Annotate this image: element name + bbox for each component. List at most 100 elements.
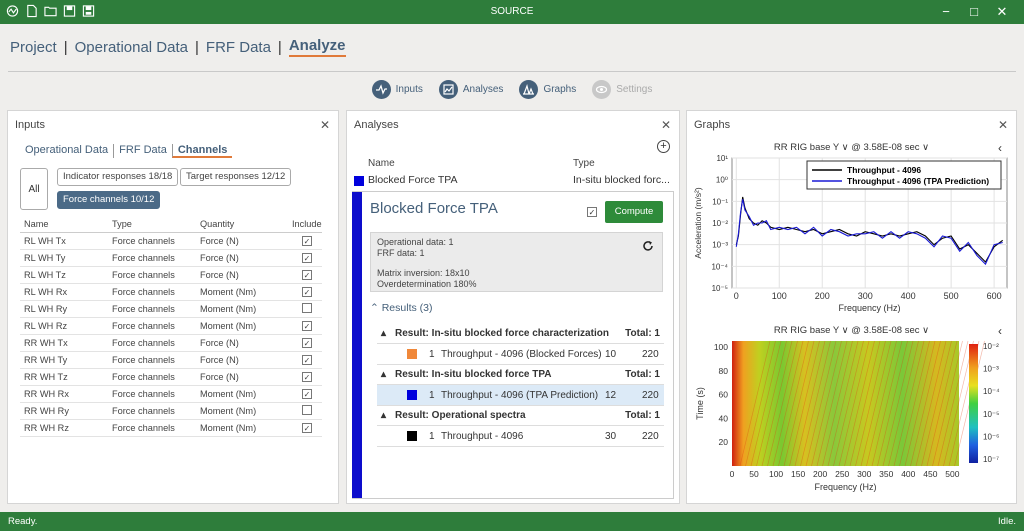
close-analyses-icon[interactable]: ✕ xyxy=(661,118,671,132)
all-filter-button[interactable]: All xyxy=(20,168,48,210)
maximize-icon[interactable]: □ xyxy=(960,2,988,22)
include-checkbox[interactable]: ✓ xyxy=(302,388,312,399)
result-item[interactable]: 1 Throughput - 4096 (Blocked Forces) 10 220 xyxy=(377,344,664,365)
channel-row[interactable]: RL WH Tx Force channels Force (N) ✓ xyxy=(20,232,322,250)
graphs-panel: Graphs ✕ RR RIG base Y ∨ @ 3.58E-08 sec … xyxy=(686,110,1017,504)
inputs-label: Inputs xyxy=(395,84,423,95)
channel-row[interactable]: RR WH Tx Force channels Force (N) ✓ xyxy=(20,334,322,352)
x-tick-label: 400 xyxy=(901,469,915,479)
legend-label: Throughput - 4096 (TPA Prediction) xyxy=(847,176,989,186)
analysis-enable-checkbox[interactable]: ✓ xyxy=(587,207,597,217)
result-item[interactable]: 1 Throughput - 4096 (TPA Prediction) 12 220 xyxy=(377,385,664,406)
close-window-icon[interactable]: ✕ xyxy=(988,2,1016,22)
result-group[interactable]: ▴ Result: In-situ blocked force TPA Total:… xyxy=(377,365,664,385)
result-group[interactable]: ▴ Result: In-situ blocked force character… xyxy=(377,324,664,344)
result-item[interactable]: 1 Throughput - 4096 30 220 xyxy=(377,426,664,447)
include-checkbox[interactable] xyxy=(302,404,312,415)
col-name[interactable]: Name xyxy=(20,217,108,233)
channel-type: Force channels xyxy=(108,419,196,437)
result-size: 220 xyxy=(642,349,659,360)
colorbar-label: 10⁻² xyxy=(983,342,999,351)
col-analysis-name: Name xyxy=(368,158,395,169)
include-checkbox[interactable]: ✓ xyxy=(302,337,312,348)
channel-row[interactable]: RR WH Tz Force channels Force (N) ✓ xyxy=(20,368,322,386)
force-channels-chip[interactable]: Force channels 10/12 xyxy=(57,191,161,209)
subtab-frf-data[interactable]: FRF Data xyxy=(113,144,172,158)
channel-row[interactable]: RL WH Tz Force channels Force (N) ✓ xyxy=(20,266,322,284)
channel-row[interactable]: RR WH Rz Force channels Moment (Nm) ✓ xyxy=(20,419,322,437)
nav-analyze[interactable]: Analyze xyxy=(288,37,346,57)
result-name: Throughput - 4096 (Blocked Forces) xyxy=(441,349,602,360)
channel-name: RR WH Ry xyxy=(20,402,108,420)
col-type[interactable]: Type xyxy=(108,217,196,233)
minimize-icon[interactable]: − xyxy=(932,2,960,22)
refresh-icon[interactable] xyxy=(642,240,654,252)
x-tick-label: 0 xyxy=(730,469,735,479)
include-checkbox[interactable]: ✓ xyxy=(302,422,312,433)
y-tick-label: 10¹ xyxy=(716,154,728,163)
tool-toggles: Inputs Analyses Graphs Settings xyxy=(0,80,1024,99)
x-tick-label: 400 xyxy=(901,291,916,301)
result-name: Throughput - 4096 xyxy=(441,431,524,442)
analyses-toggle[interactable]: Analyses xyxy=(438,80,504,99)
include-checkbox[interactable]: ✓ xyxy=(302,269,312,280)
subtab-operational-data[interactable]: Operational Data xyxy=(20,144,113,158)
add-analysis-icon[interactable]: + xyxy=(657,140,670,153)
channel-type: Force channels xyxy=(108,317,196,335)
channel-type: Force channels xyxy=(108,402,196,420)
result-group-chevron-icon: ▴ xyxy=(381,369,387,380)
nav-operational-data[interactable]: Operational Data xyxy=(75,39,188,56)
subtab-channels[interactable]: Channels xyxy=(171,144,233,158)
channel-row[interactable]: RL WH Rz Force channels Moment (Nm) ✓ xyxy=(20,317,322,335)
channel-name: RR WH Rz xyxy=(20,419,108,437)
target-responses-chip[interactable]: Target responses 12/12 xyxy=(180,168,292,186)
settings-icon xyxy=(592,80,612,99)
channel-row[interactable]: RL WH Ty Force channels Force (N) ✓ xyxy=(20,249,322,267)
graph2-title[interactable]: RR RIG base Y ∨ @ 3.58E-08 sec ∨ xyxy=(687,325,1016,336)
compute-button[interactable]: Compute xyxy=(605,201,663,223)
settings-toggle[interactable]: Settings xyxy=(592,80,652,99)
x-tick-label: 500 xyxy=(945,469,959,479)
include-checkbox[interactable]: ✓ xyxy=(302,354,312,365)
col-include[interactable]: Include xyxy=(288,217,322,233)
analyses-label: Analyses xyxy=(462,84,504,95)
result-group-chevron-icon: ▴ xyxy=(381,328,387,339)
graph1-title[interactable]: RR RIG base Y ∨ @ 3.58E-08 sec ∨ xyxy=(687,142,1016,153)
channel-row[interactable]: RR WH Ry Force channels Moment (Nm) xyxy=(20,402,322,420)
channel-quantity: Force (N) xyxy=(196,249,288,267)
include-checkbox[interactable]: ✓ xyxy=(302,286,312,297)
include-checkbox[interactable] xyxy=(302,302,312,313)
channel-type: Force channels xyxy=(108,385,196,403)
close-inputs-icon[interactable]: ✕ xyxy=(320,118,330,132)
inputs-toggle[interactable]: Inputs xyxy=(371,80,423,99)
x-tick-label: 0 xyxy=(734,291,739,301)
col-quantity[interactable]: Quantity xyxy=(196,217,288,233)
channel-name: RR WH Tz xyxy=(20,368,108,386)
include-checkbox[interactable]: ✓ xyxy=(302,235,312,246)
x-tick-label: 100 xyxy=(772,291,787,301)
channel-row[interactable]: RL WH Ry Force channels Moment (Nm) xyxy=(20,300,322,318)
include-checkbox[interactable]: ✓ xyxy=(302,371,312,382)
channel-quantity: Force (N) xyxy=(196,232,288,250)
indicator-responses-chip[interactable]: Indicator responses 18/18 xyxy=(57,168,179,186)
analysis-row[interactable]: Blocked Force TPA In-situ blocked forc..… xyxy=(352,173,672,189)
nav-project[interactable]: Project xyxy=(10,39,57,56)
y-tick-label: 10⁻⁴ xyxy=(711,262,728,271)
graphs-toggle[interactable]: Graphs xyxy=(519,80,576,99)
channel-name: RL WH Tz xyxy=(20,266,108,284)
analysis-row-name: Blocked Force TPA xyxy=(368,174,458,186)
channel-name: RL WH Ty xyxy=(20,249,108,267)
channel-type: Force channels xyxy=(108,249,196,267)
results-header[interactable]: ⌃ Results (3) xyxy=(370,302,432,314)
results-list: ▴ Result: In-situ blocked force character… xyxy=(377,324,664,447)
channel-row[interactable]: RR WH Ty Force channels Force (N) ✓ xyxy=(20,351,322,369)
x-tick-label: 600 xyxy=(987,291,1002,301)
include-checkbox[interactable]: ✓ xyxy=(302,252,312,263)
close-graphs-icon[interactable]: ✕ xyxy=(998,118,1008,132)
analyses-panel: Analyses ✕ + Name Type Blocked Force TPA… xyxy=(346,110,680,504)
include-checkbox[interactable]: ✓ xyxy=(302,320,312,331)
channel-row[interactable]: RL WH Rx Force channels Moment (Nm) ✓ xyxy=(20,283,322,301)
result-group[interactable]: ▴ Result: Operational spectra Total: 1 xyxy=(377,406,664,426)
channel-row[interactable]: RR WH Rx Force channels Moment (Nm) ✓ xyxy=(20,385,322,403)
nav-frf-data[interactable]: FRF Data xyxy=(206,39,271,56)
